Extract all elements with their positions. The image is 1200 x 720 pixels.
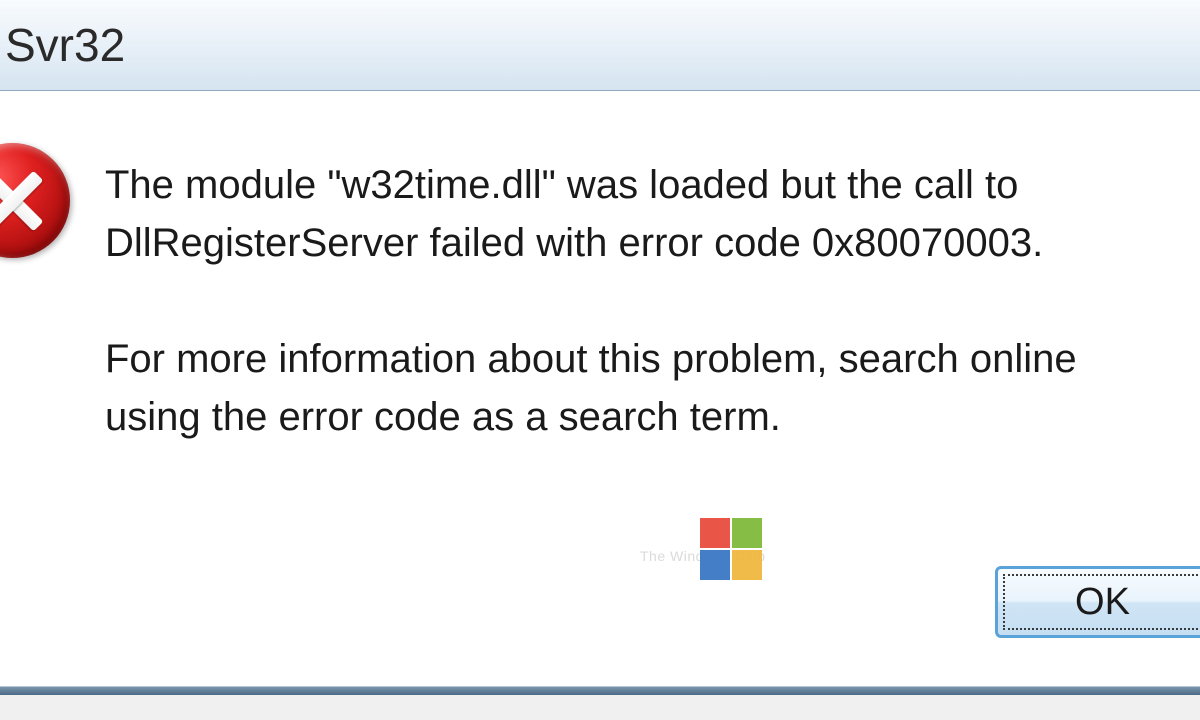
error-icon	[0, 143, 70, 258]
message-row: The module "w32time.dll" was loaded but …	[0, 148, 1200, 566]
watermark-logo	[700, 518, 762, 580]
watermark-tile-green	[732, 518, 762, 548]
watermark-tile-yellow	[732, 550, 762, 580]
dialog-content: The module "w32time.dll" was loaded but …	[0, 91, 1200, 687]
dialog-title: Svr32	[5, 19, 125, 71]
dialog-button-bar: OK	[0, 566, 1200, 656]
ok-button[interactable]: OK	[995, 566, 1200, 638]
dialog-border-bottom	[0, 687, 1200, 695]
watermark-tile-blue	[700, 550, 730, 580]
error-icon-wrapper	[0, 143, 70, 258]
dialog-titlebar: Svr32	[0, 0, 1200, 91]
error-x-glyph	[0, 170, 44, 232]
window-chrome-bottom	[0, 695, 1200, 720]
watermark-tile-red	[700, 518, 730, 548]
dialog-message: The module "w32time.dll" was loaded but …	[105, 148, 1180, 446]
